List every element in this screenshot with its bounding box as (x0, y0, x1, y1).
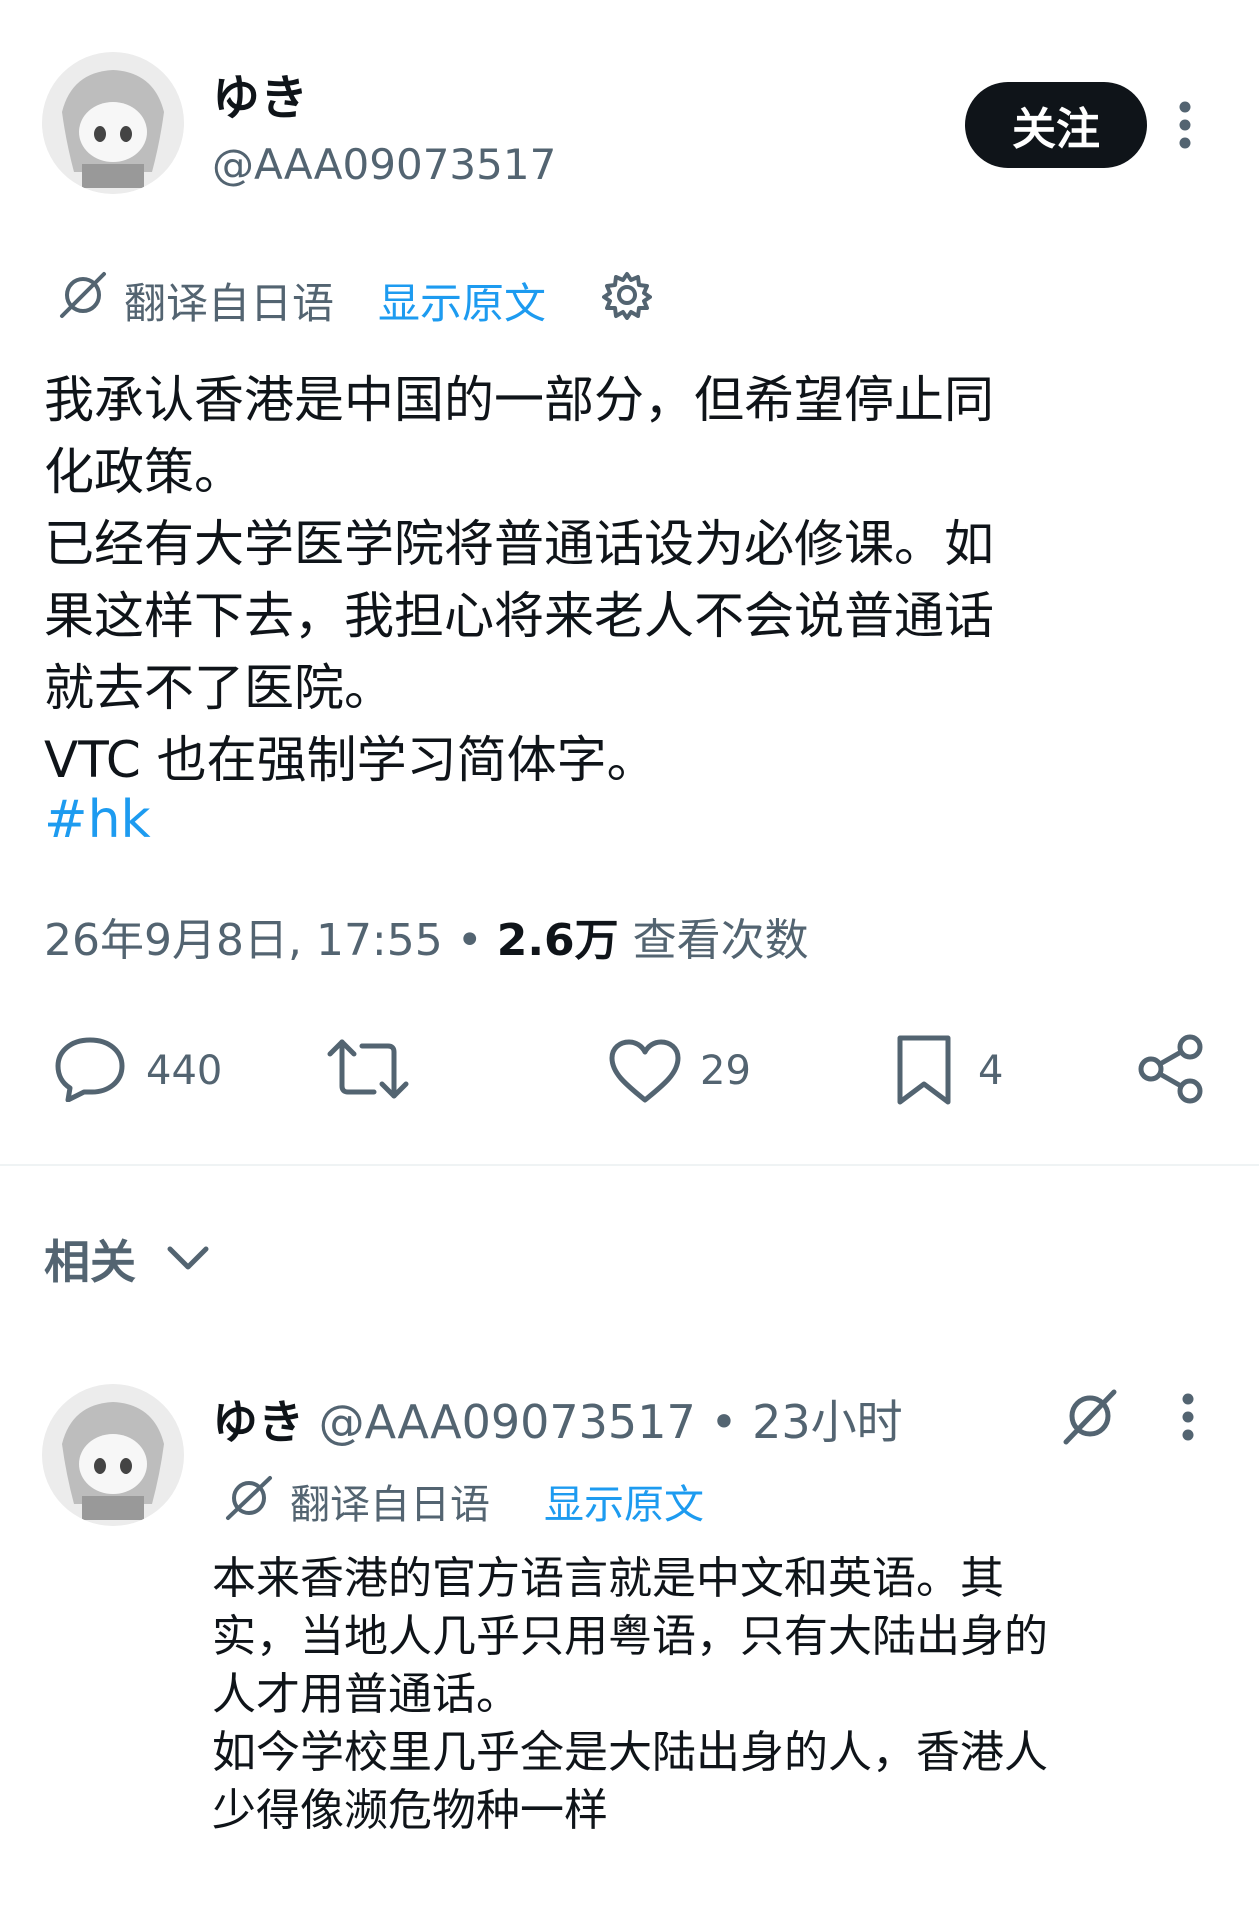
post-timestamp[interactable]: 26年9月8日, 17:55 (44, 915, 443, 966)
reply-header: ゆき @AAA09073517 • 23小时 (212, 1386, 903, 1452)
reply-meta-separator: • (710, 1395, 738, 1449)
author-display-name[interactable]: ゆき (212, 58, 308, 128)
retweet-icon[interactable] (326, 1034, 410, 1104)
related-toggle[interactable]: 相关 (44, 1226, 210, 1292)
reply-show-original-link[interactable]: 显示原文 (544, 1472, 704, 1530)
reply-more-options-icon[interactable] (1178, 1392, 1198, 1442)
meta-separator: • (456, 915, 483, 966)
section-divider (0, 1164, 1259, 1166)
reply-author-display-name[interactable]: ゆき (212, 1395, 304, 1449)
show-original-link[interactable]: 显示原文 (378, 270, 546, 331)
like-heart-icon[interactable] (608, 1038, 682, 1104)
reply-translate-icon (222, 1474, 276, 1522)
reply-translated-from-label: 翻译自日语 (290, 1482, 490, 1528)
more-options-icon[interactable] (1175, 100, 1195, 150)
settings-gear-icon[interactable] (602, 270, 652, 320)
hashtag-link[interactable]: #hk (44, 790, 151, 850)
follow-button[interactable]: 关注 (965, 82, 1147, 168)
related-label: 相关 (44, 1235, 136, 1289)
reply-author-avatar[interactable] (42, 1384, 184, 1526)
reply-author-handle[interactable]: @AAA09073517 (319, 1395, 696, 1449)
post-body: 我承认香港是中国的一部分，但希望停止同 化政策。 已经有大学医学院将普通话设为必… (44, 371, 994, 789)
author-handle[interactable]: @AAA09073517 (212, 140, 556, 189)
translate-icon (56, 270, 110, 320)
views-label: 查看次数 (632, 915, 809, 966)
post-meta-row: 26年9月8日, 17:55 • 2.6万 查看次数 (44, 904, 809, 968)
reply-time-ago[interactable]: 23小时 (752, 1395, 903, 1449)
grok-icon[interactable] (1058, 1386, 1122, 1446)
author-avatar[interactable] (42, 52, 184, 194)
like-count: 29 (700, 1048, 751, 1094)
bookmark-count: 4 (978, 1048, 1004, 1094)
translated-from-label: 翻译自日语 (124, 279, 335, 328)
chevron-down-icon (166, 1245, 210, 1273)
share-icon[interactable] (1136, 1032, 1208, 1106)
reply-count: 440 (146, 1048, 223, 1094)
views-count: 2.6万 (496, 915, 619, 966)
reply-body: 本来香港的官方语言就是中文和英语。其 实，当地人几乎只用粤语，只有大陆出身的 人… (212, 1553, 1048, 1836)
reply-icon[interactable] (54, 1036, 126, 1102)
bookmark-icon[interactable] (894, 1034, 954, 1108)
